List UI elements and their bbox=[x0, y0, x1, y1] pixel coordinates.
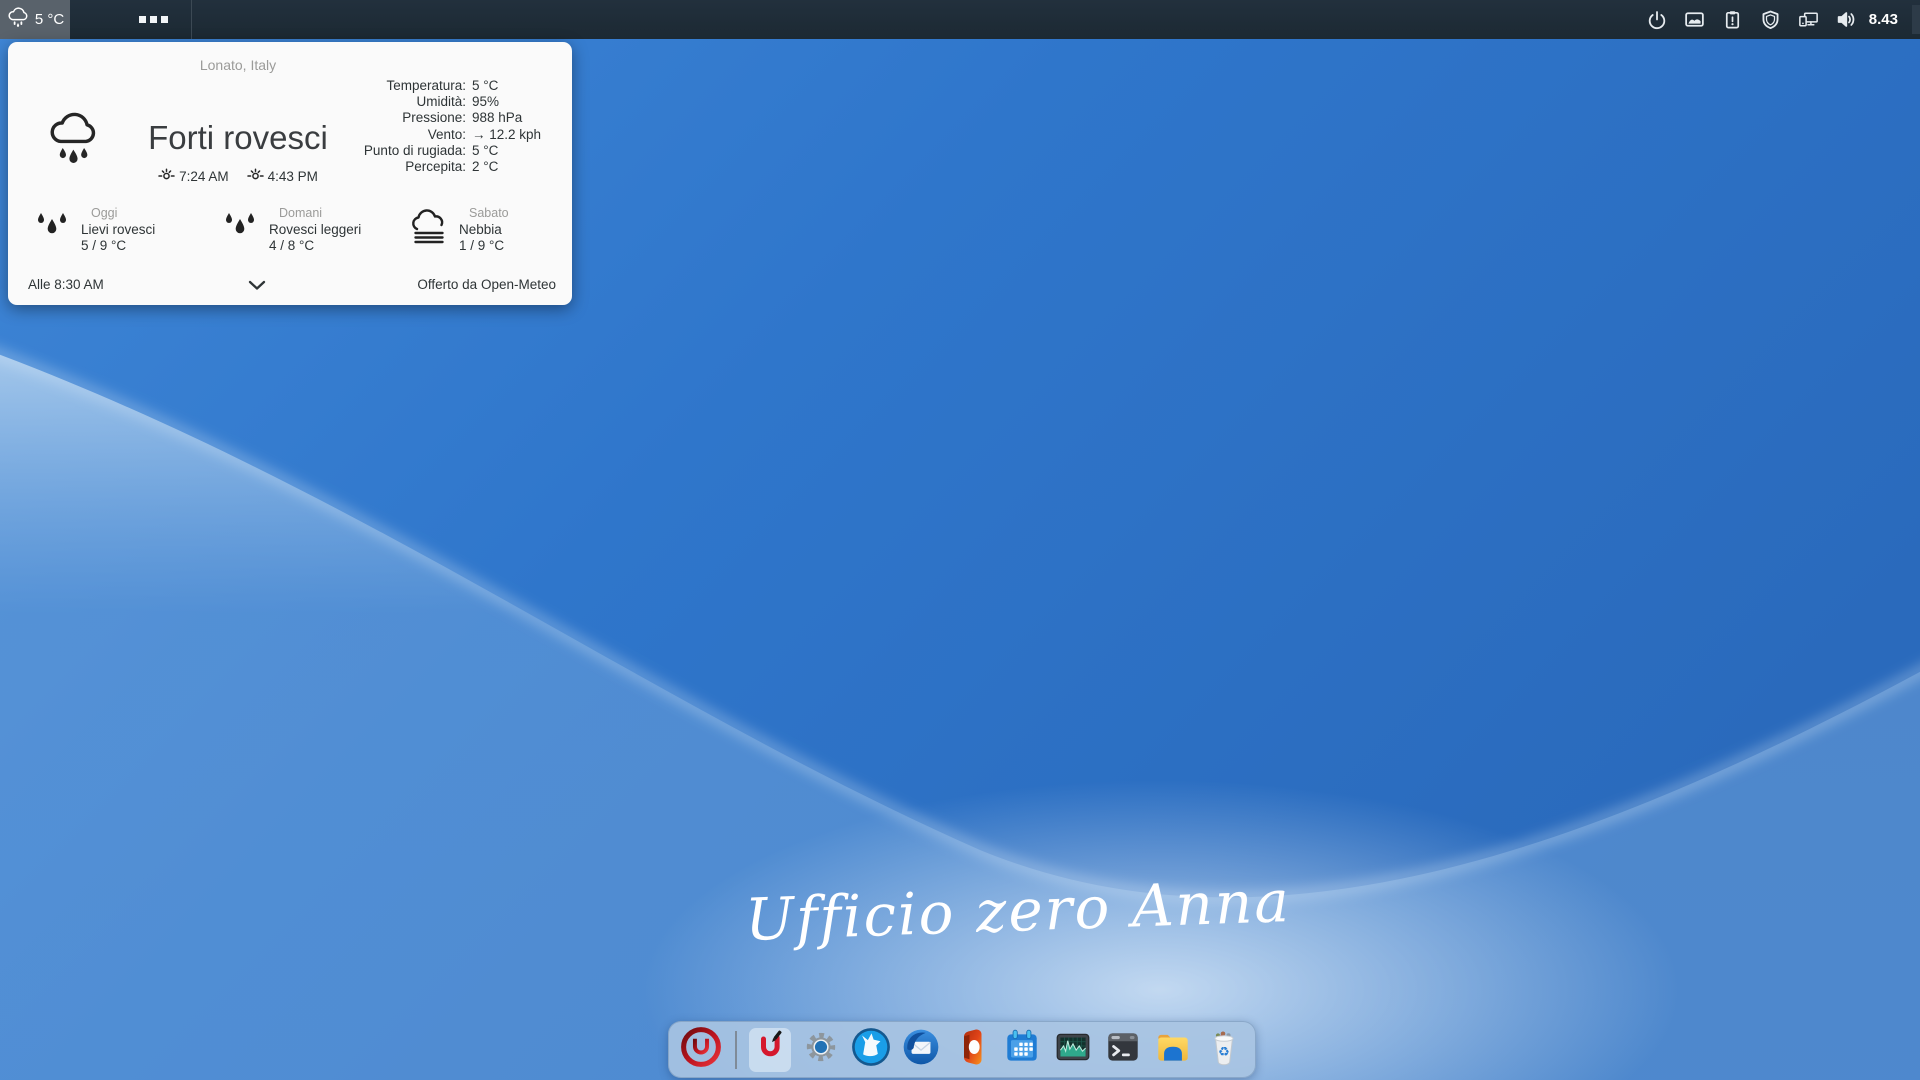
installer-icon bbox=[750, 1027, 790, 1072]
forecast-today: Oggi Lievi rovesci 5 / 9 °C bbox=[8, 205, 196, 255]
forecast-condition: Nebbia bbox=[459, 222, 509, 239]
forecast-condition: Lievi rovesci bbox=[81, 222, 155, 239]
fog-icon bbox=[408, 205, 450, 254]
weather-indicator-button[interactable]: 5 °C bbox=[0, 0, 70, 39]
ufficio-zero-logo-icon bbox=[679, 1025, 723, 1074]
detail-value: 2 °C bbox=[472, 159, 560, 175]
panel-temperature: 5 °C bbox=[35, 11, 64, 28]
svg-text:♻: ♻ bbox=[1218, 1045, 1230, 1060]
dock-item-settings[interactable] bbox=[799, 1028, 841, 1072]
thunderbird-icon bbox=[900, 1026, 942, 1073]
sunset-time: 4:43 PM bbox=[268, 169, 318, 184]
forecast-day: Oggi bbox=[81, 205, 155, 222]
forecast-temps: 5 / 9 °C bbox=[81, 238, 155, 255]
dock-item-thunderbird-mail[interactable] bbox=[900, 1028, 942, 1072]
dock-item-installer[interactable] bbox=[749, 1028, 791, 1072]
rain-drops-icon bbox=[220, 205, 260, 254]
dock-item-ufficio-zero-menu[interactable] bbox=[679, 1028, 723, 1072]
forecast-row: Oggi Lievi rovesci 5 / 9 °C Domani Roves… bbox=[8, 205, 572, 255]
sun-times: 7:24 AM 4:43 PM bbox=[88, 166, 388, 186]
weather-footer: Alle 8:30 AM Offerto da Open-Meteo bbox=[28, 275, 556, 295]
dock-item-terminal[interactable] bbox=[1102, 1028, 1144, 1072]
librewolf-icon bbox=[850, 1026, 892, 1073]
panel-separator bbox=[191, 0, 192, 39]
sunrise-icon bbox=[158, 166, 175, 186]
detail-label: Temperatura: bbox=[364, 78, 472, 94]
grid-dots-menu-icon[interactable] bbox=[135, 0, 172, 39]
detail-value: → 12.2 kph bbox=[472, 127, 560, 143]
detail-label: Punto di rugiada: bbox=[364, 143, 472, 159]
cloud-rain-icon bbox=[6, 5, 30, 34]
forecast-tomorrow: Domani Rovesci leggeri 4 / 8 °C bbox=[196, 205, 384, 255]
sunrise-time: 7:24 AM bbox=[179, 169, 229, 184]
detail-label: Percepita: bbox=[364, 159, 472, 175]
gear-icon bbox=[800, 1026, 842, 1073]
calendar-icon bbox=[1001, 1026, 1043, 1073]
office-icon bbox=[952, 1027, 992, 1072]
detail-value: 988 hPa bbox=[472, 110, 560, 126]
shield-icon[interactable] bbox=[1759, 8, 1782, 31]
power-icon[interactable] bbox=[1645, 8, 1668, 31]
detail-label: Umidità: bbox=[364, 94, 472, 110]
volume-icon[interactable] bbox=[1835, 8, 1858, 31]
trash-icon: ♻ bbox=[1204, 1026, 1244, 1073]
system-monitor-icon bbox=[1052, 1026, 1094, 1073]
dock-item-file-manager[interactable] bbox=[1152, 1028, 1194, 1072]
weather-details: Temperatura:5 °C Umidità:95% Pressione:9… bbox=[364, 78, 560, 175]
weather-location: Lonato, Italy bbox=[48, 57, 428, 73]
forecast-day: Sabato bbox=[459, 205, 509, 222]
weather-popup: Lonato, Italy Forti rovesci 7:24 AM bbox=[8, 42, 572, 305]
folder-icon bbox=[1152, 1026, 1194, 1073]
dock-item-calendar[interactable] bbox=[1001, 1028, 1043, 1072]
network-icon[interactable] bbox=[1797, 8, 1820, 31]
forecast-day: Domani bbox=[269, 205, 361, 222]
weather-updated-time: Alle 8:30 AM bbox=[28, 277, 104, 292]
forecast-saturday: Sabato Nebbia 1 / 9 °C bbox=[384, 205, 572, 255]
clock[interactable]: 8.43 bbox=[1869, 0, 1898, 39]
dock-item-librewolf-browser[interactable] bbox=[850, 1028, 892, 1072]
clipboard-icon[interactable] bbox=[1721, 8, 1744, 31]
display-icon[interactable] bbox=[1683, 8, 1706, 31]
dock-item-system-monitor[interactable] bbox=[1051, 1028, 1093, 1072]
dock-item-trash[interactable]: ♻ bbox=[1203, 1028, 1245, 1072]
top-panel: 5 °C bbox=[0, 0, 1920, 39]
detail-value: 5 °C bbox=[472, 143, 560, 159]
chevron-down-icon[interactable] bbox=[244, 275, 270, 295]
weather-attribution: Offerto da Open-Meteo bbox=[417, 277, 556, 292]
forecast-condition: Rovesci leggeri bbox=[269, 222, 361, 239]
dock: ♻ bbox=[668, 1021, 1256, 1078]
dock-separator bbox=[735, 1031, 737, 1069]
detail-label: Pressione: bbox=[364, 110, 472, 126]
terminal-icon bbox=[1102, 1026, 1144, 1073]
forecast-temps: 4 / 8 °C bbox=[269, 238, 361, 255]
forecast-temps: 1 / 9 °C bbox=[459, 238, 509, 255]
sunset-icon bbox=[247, 166, 264, 186]
detail-value: 5 °C bbox=[472, 78, 560, 94]
weather-condition: Forti rovesci bbox=[88, 119, 388, 157]
system-tray bbox=[1645, 0, 1858, 39]
rain-drops-icon bbox=[32, 205, 72, 254]
detail-value: 95% bbox=[472, 94, 560, 110]
detail-label: Vento: bbox=[364, 127, 472, 143]
panel-edge-handle[interactable] bbox=[1912, 5, 1920, 34]
dock-item-office[interactable] bbox=[951, 1028, 993, 1072]
